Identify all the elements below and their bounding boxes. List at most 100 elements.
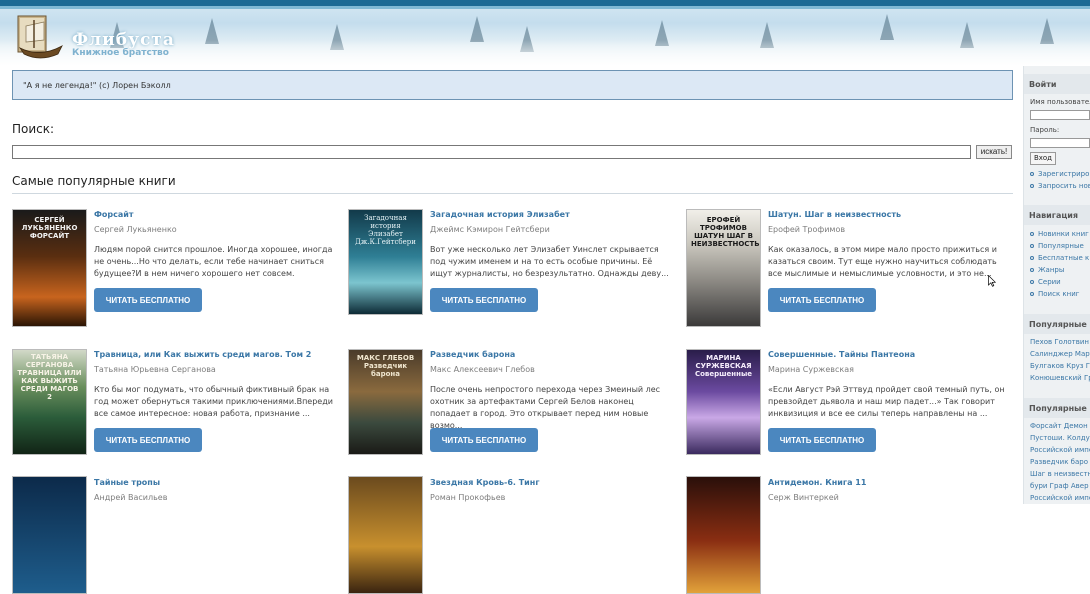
- book-card: ТАТЬЯНА СЕРГАНОВА ТРАВНИЦА ИЛИ КАК ВЫЖИТ…: [12, 349, 334, 469]
- nav-item-free[interactable]: Бесплатные к: [1030, 254, 1089, 262]
- cover-text: Загадочная история Элизабет Дж.К.Гейтсбе…: [355, 214, 416, 246]
- book-author[interactable]: Серж Винтеркей: [768, 493, 839, 502]
- book-card: СЕРГЕЙ ЛУКЬЯНЕНКО ФОРСАЙТ Форсайт Сергей…: [12, 209, 334, 329]
- quote-banner: "А я не легенда!" (с) Лорен Бэколл: [12, 70, 1013, 100]
- book-title-link[interactable]: Форсайт: [94, 210, 134, 219]
- header-top-bar-light: [0, 6, 1090, 9]
- nav-item-label: Популярные: [1038, 242, 1084, 250]
- book-cover[interactable]: [686, 476, 761, 594]
- password-input[interactable]: [1030, 138, 1090, 148]
- read-free-button[interactable]: ЧИТАТЬ БЕСПЛАТНО: [430, 428, 538, 452]
- book-cover[interactable]: Загадочная история Элизабет Дж.К.Гейтсбе…: [348, 209, 423, 315]
- book-cover[interactable]: СЕРГЕЙ ЛУКЬЯНЕНКО ФОРСАЙТ: [12, 209, 87, 327]
- book-author[interactable]: Макс Алексеевич Глебов: [430, 365, 535, 374]
- bullet-icon: [1030, 280, 1034, 284]
- nav-item-genres[interactable]: Жанры: [1030, 266, 1064, 274]
- read-free-button[interactable]: ЧИТАТЬ БЕСПЛАТНО: [768, 428, 876, 452]
- cover-text: СЕРГЕЙ ЛУКЬЯНЕНКО ФОРСАЙТ: [21, 216, 78, 240]
- read-free-button[interactable]: ЧИТАТЬ БЕСПЛАТНО: [430, 288, 538, 312]
- book-title-link[interactable]: Тайные тропы: [94, 478, 160, 487]
- cover-text: ТАТЬЯНА СЕРГАНОВА ТРАВНИЦА ИЛИ КАК ВЫЖИТ…: [17, 353, 82, 401]
- book-card: ЕРОФЕЙ ТРОФИМОВ ШАТУН ШАГ В НЕИЗВЕСТНОСТ…: [686, 209, 1008, 329]
- nav-item-label: Новинки книг: [1038, 230, 1089, 238]
- read-free-button[interactable]: ЧИТАТЬ БЕСПЛАТНО: [94, 288, 202, 312]
- book-cover[interactable]: [12, 476, 87, 594]
- book-title-link[interactable]: Разведчик барона: [430, 350, 515, 359]
- password-label: Пароль:: [1030, 126, 1060, 134]
- popular-book-link[interactable]: бури Граф Авер: [1030, 482, 1089, 490]
- book-description: Как оказалось, в этом мире мало просто п…: [768, 245, 997, 278]
- ship-logo-icon[interactable]: [14, 12, 66, 64]
- site-header: Флибуста Книжное братство: [0, 0, 1090, 66]
- popular-book-link[interactable]: Пустоши. Колду: [1030, 434, 1090, 442]
- book-title-link[interactable]: Совершенные. Тайны Пантеона: [768, 350, 915, 359]
- nav-item-popular[interactable]: Популярные: [1030, 242, 1084, 250]
- tree-decoration: [470, 16, 484, 42]
- popular-author-link[interactable]: Конюшевский Гр: [1030, 374, 1090, 382]
- username-input[interactable]: [1030, 110, 1090, 120]
- book-cover[interactable]: [348, 476, 423, 594]
- book-card: Загадочная история Элизабет Дж.К.Гейтсбе…: [348, 209, 670, 329]
- login-button[interactable]: Вход: [1030, 152, 1056, 165]
- bullet-icon: [1030, 268, 1034, 272]
- popular-authors-heading: Популярные а: [1024, 314, 1090, 334]
- read-free-button[interactable]: ЧИТАТЬ БЕСПЛАТНО: [768, 288, 876, 312]
- book-title-link[interactable]: Травница, или Как выжить среди магов. То…: [94, 350, 311, 359]
- popular-author-link[interactable]: Пехов Голотвин: [1030, 338, 1089, 346]
- search-label: Поиск:: [12, 122, 55, 136]
- cover-text: МАКС ГЛЕБОВ Разведчик барона: [356, 354, 415, 378]
- new-password-link[interactable]: Запросить новый: [1030, 182, 1090, 190]
- book-title-link[interactable]: Шатун. Шаг в неизвестность: [768, 210, 901, 219]
- mouse-cursor-icon: [988, 275, 996, 287]
- popular-book-link[interactable]: Российской импе: [1030, 494, 1090, 502]
- nav-item-label: Поиск книг: [1038, 290, 1080, 298]
- book-title-link[interactable]: Загадочная история Элизабет: [430, 210, 570, 219]
- nav-item-search[interactable]: Поиск книг: [1030, 290, 1079, 298]
- book-cover[interactable]: ЕРОФЕЙ ТРОФИМОВ ШАТУН ШАГ В НЕИЗВЕСТНОСТ…: [686, 209, 761, 327]
- book-cover[interactable]: ТАТЬЯНА СЕРГАНОВА ТРАВНИЦА ИЛИ КАК ВЫЖИТ…: [12, 349, 87, 455]
- bullet-icon: [1030, 256, 1034, 260]
- book-title-link[interactable]: Антидемон. Книга 11: [768, 478, 866, 487]
- popular-author-link[interactable]: Салинджер Март: [1030, 350, 1090, 358]
- book-author[interactable]: Ерофей Трофимов: [768, 225, 845, 234]
- site-title[interactable]: Флибуста: [72, 30, 175, 50]
- book-author[interactable]: Татьяна Юрьевна Серганова: [94, 365, 216, 374]
- site-subtitle: Книжное братство: [72, 48, 169, 58]
- quote-text: "А я не легенда!" (с) Лорен Бэколл: [23, 81, 171, 90]
- tree-decoration: [880, 14, 894, 40]
- cover-text: ЕРОФЕЙ ТРОФИМОВ ШАТУН ШАГ В НЕИЗВЕСТНОСТ…: [691, 216, 760, 248]
- nav-item-series[interactable]: Серии: [1030, 278, 1061, 286]
- right-sidebar: Войти Имя пользователя Пароль: Вход Заре…: [1023, 66, 1090, 504]
- book-author[interactable]: Марина Суржевская: [768, 365, 854, 374]
- divider: [12, 193, 1013, 194]
- register-link-label: Зарегистрировать: [1038, 170, 1090, 178]
- book-cover[interactable]: МАРИНА СУРЖЕВСКАЯ Совершенные: [686, 349, 761, 455]
- nav-item-new-books[interactable]: Новинки книг: [1030, 230, 1089, 238]
- navigation-heading: Навигация: [1024, 205, 1090, 225]
- read-free-button[interactable]: ЧИТАТЬ БЕСПЛАТНО: [94, 428, 202, 452]
- register-link[interactable]: Зарегистрировать: [1030, 170, 1090, 178]
- book-author[interactable]: Сергей Лукьяненко: [94, 225, 177, 234]
- popular-book-link[interactable]: Разведчик баро: [1030, 458, 1088, 466]
- bullet-icon: [1030, 292, 1034, 296]
- username-label: Имя пользователя: [1030, 98, 1090, 106]
- book-description: «Если Август Рэй Эттвуд пройдет свой тем…: [768, 385, 1005, 418]
- popular-book-link[interactable]: Шаг в неизвестн: [1030, 470, 1090, 478]
- popular-book-link[interactable]: Российской импе: [1030, 446, 1090, 454]
- book-cover[interactable]: МАКС ГЛЕБОВ Разведчик барона: [348, 349, 423, 455]
- book-title-link[interactable]: Звездная Кровь-6. Тинг: [430, 478, 540, 487]
- book-author[interactable]: Роман Прокофьев: [430, 493, 505, 502]
- popular-book-link[interactable]: Форсайт Демон: [1030, 422, 1088, 430]
- search-input[interactable]: [12, 145, 971, 159]
- book-card: МАКС ГЛЕБОВ Разведчик барона Разведчик б…: [348, 349, 670, 469]
- book-author[interactable]: Джеймс Кэмирон Гейтсбери: [430, 225, 550, 234]
- search-button[interactable]: искать!: [976, 145, 1012, 159]
- book-description: Вот уже несколько лет Элизабет Уинслет с…: [430, 245, 669, 278]
- popular-author-link[interactable]: Булгаков Круз Г: [1030, 362, 1090, 370]
- nav-item-label: Бесплатные к: [1038, 254, 1090, 262]
- book-description: Людям порой снится прошлое. Иногда хорош…: [94, 245, 333, 278]
- nav-item-label: Жанры: [1038, 266, 1065, 274]
- book-author[interactable]: Андрей Васильев: [94, 493, 167, 502]
- new-password-link-label: Запросить новый: [1038, 182, 1090, 190]
- book-card: Антидемон. Книга 11 Серж Винтеркей: [686, 476, 1008, 594]
